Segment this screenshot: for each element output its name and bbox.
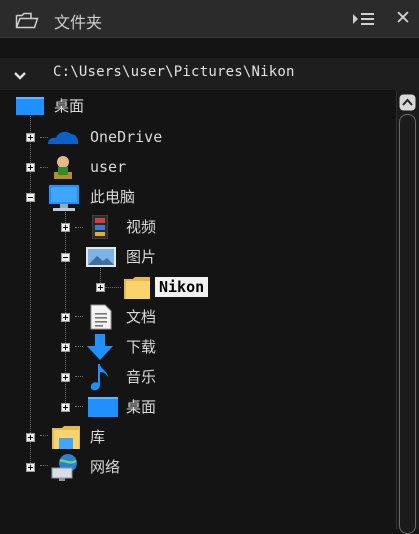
tree-item-libraries[interactable]: 库 <box>0 423 396 451</box>
tree-item-pictures[interactable]: 图片 <box>0 243 396 271</box>
expand-plus-icon[interactable] <box>26 163 35 172</box>
tree-item-label: 视频 <box>126 218 157 236</box>
expand-plus-icon[interactable] <box>61 343 70 352</box>
tree-item-label: OneDrive <box>90 128 163 146</box>
tree-item-label: 网络 <box>90 458 121 476</box>
collapse-minus-icon[interactable] <box>61 253 70 262</box>
document-icon <box>90 304 112 334</box>
vertical-scrollbar[interactable] <box>396 90 419 534</box>
expand-plus-icon[interactable] <box>26 433 35 442</box>
folder-icon <box>123 275 151 304</box>
expand-plus-icon[interactable] <box>61 403 70 412</box>
path-bar[interactable]: C:\Users\user\Pictures\Nikon <box>0 58 419 90</box>
path-field[interactable]: C:\Users\user\Pictures\Nikon <box>53 64 295 80</box>
tree-item-onedrive[interactable]: OneDrive <box>0 123 396 151</box>
expand-plus-icon[interactable] <box>61 313 70 322</box>
network-icon <box>50 453 82 485</box>
panel-menu-button[interactable] <box>349 9 377 29</box>
download-arrow-icon <box>86 333 114 365</box>
collapse-minus-icon[interactable] <box>26 193 35 202</box>
panel-title: 文件夹 <box>54 13 103 32</box>
chevron-down-icon[interactable] <box>13 67 27 86</box>
cloud-icon <box>46 129 80 149</box>
tree-item-desktop[interactable]: 桌面 <box>0 393 396 421</box>
tree-item-label: 桌面 <box>54 97 85 115</box>
expand-plus-icon[interactable] <box>26 463 35 472</box>
expand-plus-icon[interactable] <box>61 223 70 232</box>
tree-item-label: 此电脑 <box>90 188 136 206</box>
music-note-icon <box>88 363 112 395</box>
tree-item-user[interactable]: user <box>0 153 396 181</box>
folder-outline-icon <box>15 12 39 33</box>
tree-item-label: user <box>90 158 127 176</box>
expand-plus-icon[interactable] <box>61 373 70 382</box>
desktop-icon <box>88 397 118 421</box>
tree-item-documents[interactable]: 文档 <box>0 303 396 331</box>
tree-item-label: 库 <box>90 428 106 446</box>
tree-item-music[interactable]: 音乐 <box>0 363 396 391</box>
expand-plus-icon[interactable] <box>96 283 105 292</box>
tree-item-label: 下载 <box>126 338 157 356</box>
tree-item-downloads[interactable]: 下载 <box>0 333 396 361</box>
folder-tree: 桌面 OneDrive user 此电脑 视频 图片 Nikon 文档 下载 音… <box>0 90 396 529</box>
tree-item-this-pc[interactable]: 此电脑 <box>0 183 396 211</box>
tree-item-label: 桌面 <box>126 398 157 416</box>
scroll-thumb[interactable] <box>399 114 416 534</box>
tree-item-label: 音乐 <box>126 368 157 386</box>
tree-item-label: 图片 <box>126 248 157 266</box>
tree-item-label: Nikon <box>155 277 209 297</box>
expand-plus-icon[interactable] <box>26 133 35 142</box>
pictures-icon <box>86 247 116 271</box>
computer-icon <box>47 185 81 215</box>
scroll-up-button[interactable] <box>399 94 416 111</box>
user-icon <box>50 154 76 184</box>
video-icon <box>91 214 109 243</box>
panel-titlebar: 文件夹 ✕ <box>0 0 419 38</box>
desktop-icon <box>16 97 44 119</box>
tree-item-label: 文档 <box>126 308 157 326</box>
tree-item-desktop-root[interactable]: 桌面 <box>0 93 396 121</box>
close-icon: ✕ <box>395 7 411 29</box>
library-icon <box>51 425 81 455</box>
tree-item-network[interactable]: 网络 <box>0 453 396 481</box>
chevron-up-icon <box>399 94 416 111</box>
close-button[interactable]: ✕ <box>393 7 413 29</box>
tree-item-videos[interactable]: 视频 <box>0 213 396 241</box>
tree-item-nikon[interactable]: Nikon <box>0 273 396 301</box>
